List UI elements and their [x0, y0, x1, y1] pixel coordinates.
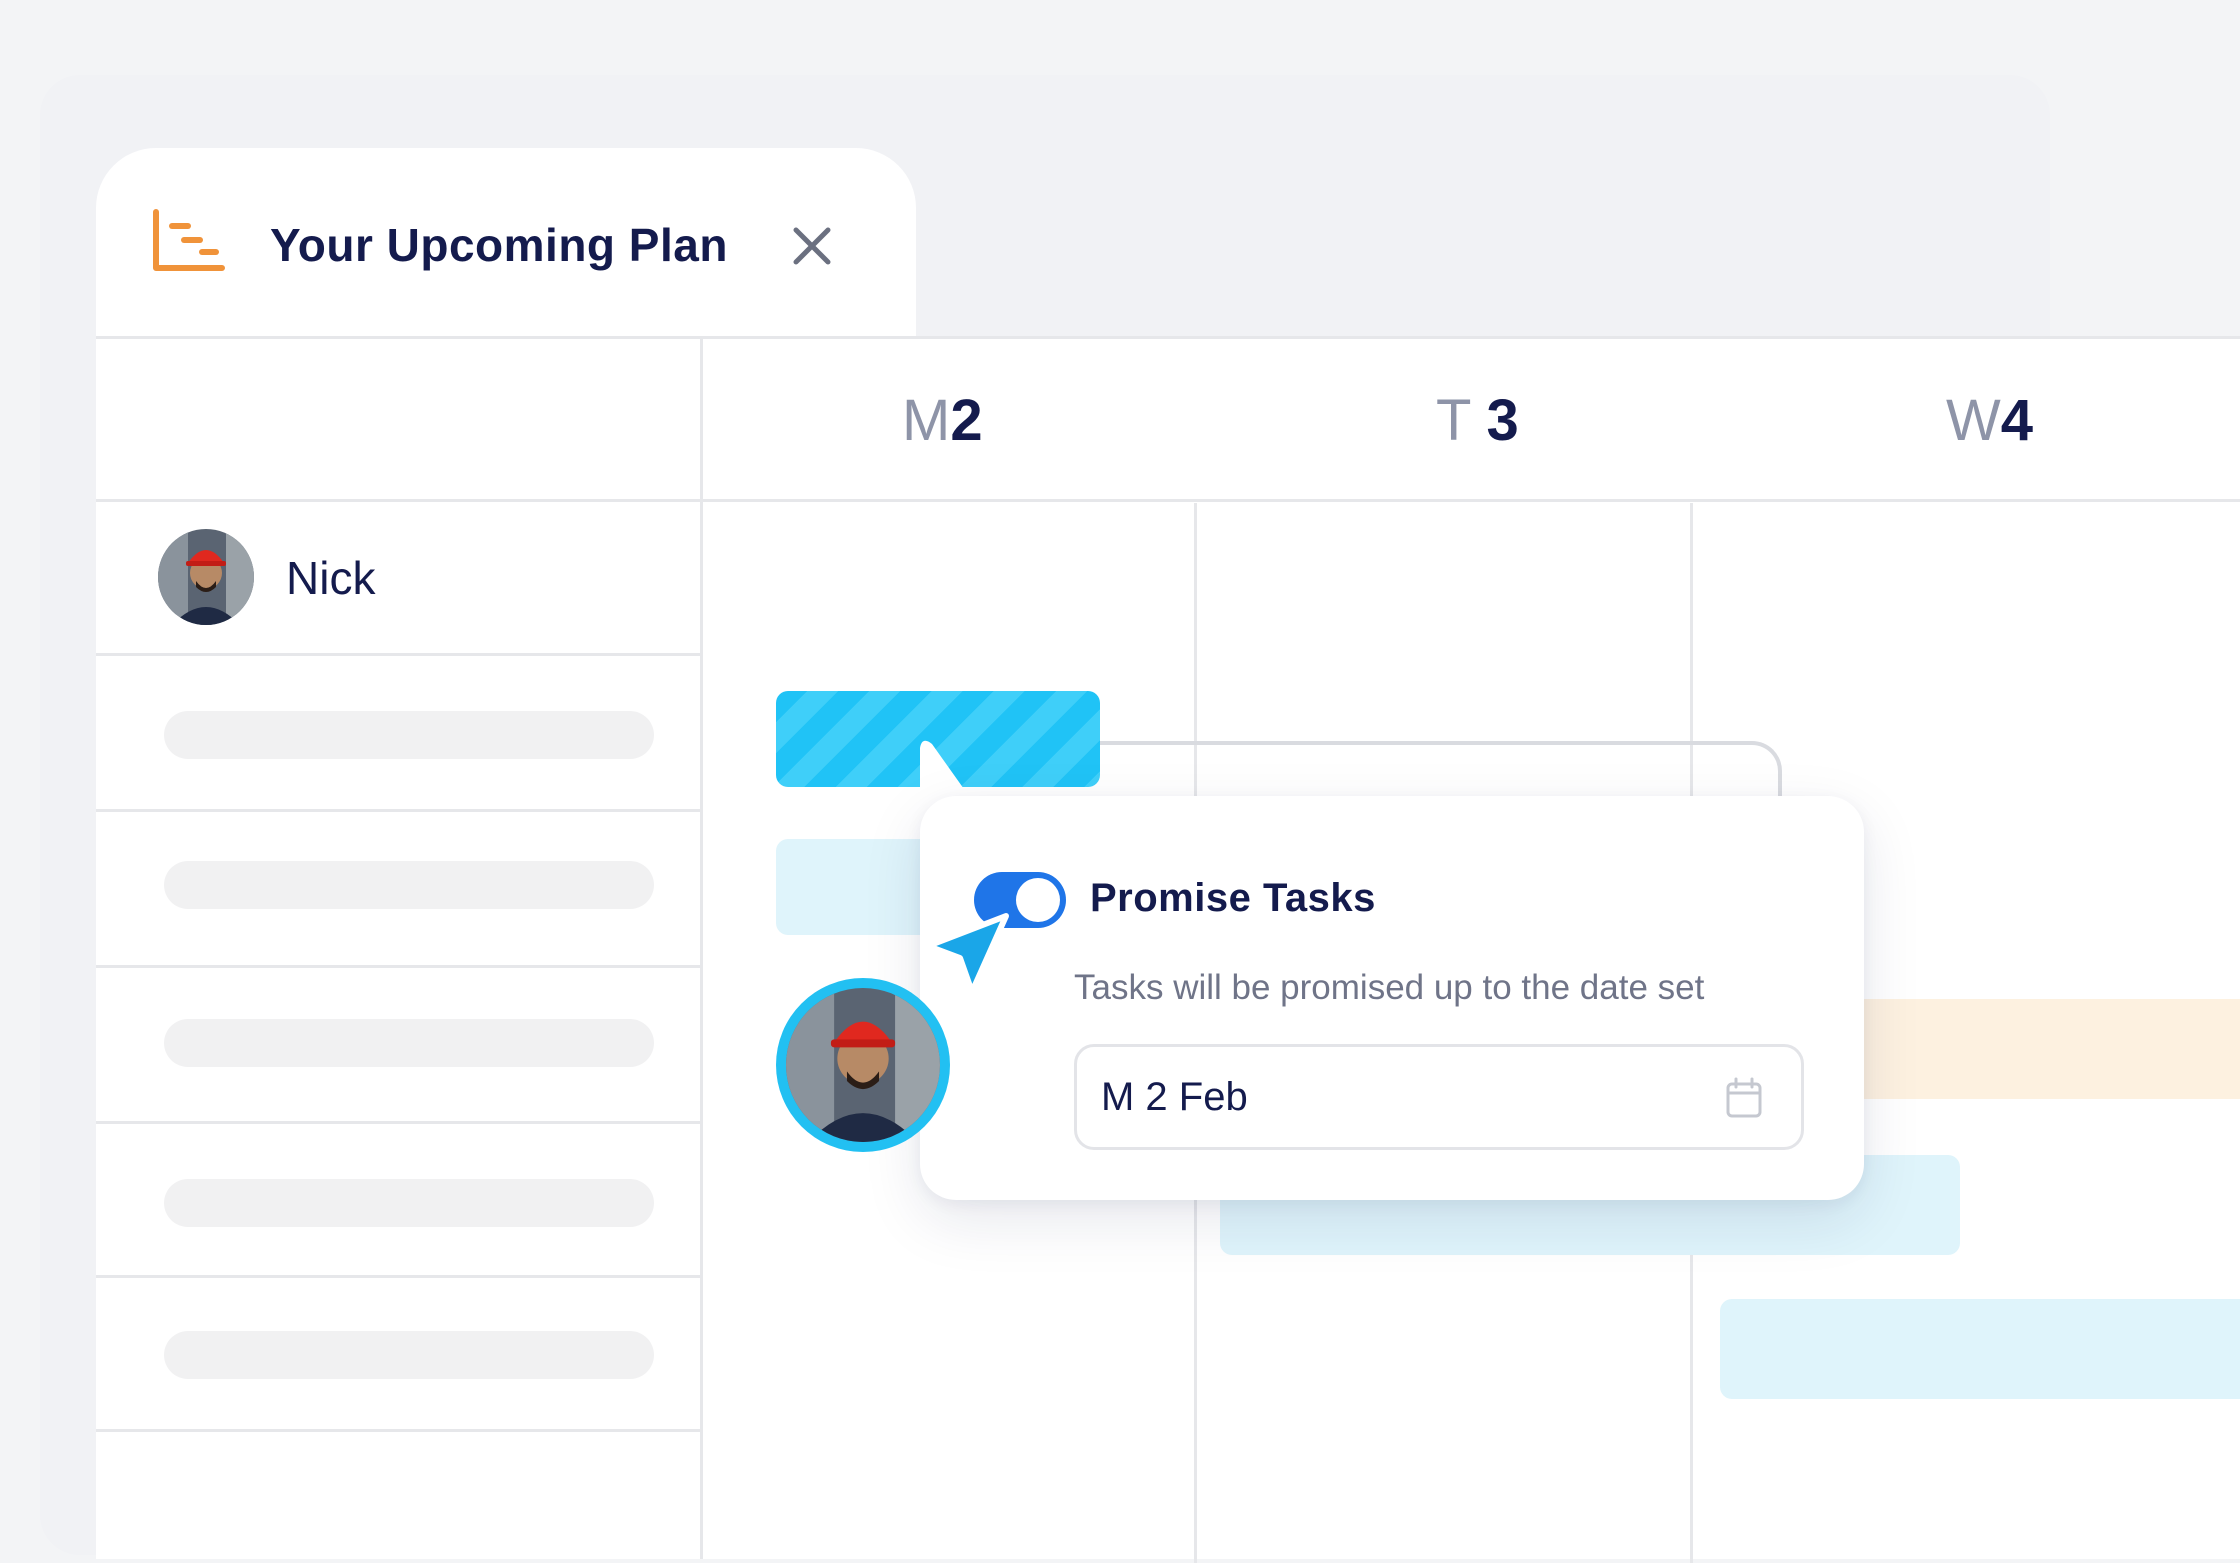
row-divider [96, 499, 700, 502]
close-icon[interactable] [786, 220, 838, 272]
gantt-plan-icon [153, 209, 225, 271]
worker-avatar-image [786, 988, 940, 1142]
day-header-wednesday: W4 [1946, 387, 2033, 454]
skeleton-row [164, 1019, 654, 1067]
day-header-tuesday: T 3 [1436, 387, 1519, 454]
row-divider [96, 809, 700, 812]
day-number: 2 [950, 388, 983, 453]
header-divider [700, 499, 2240, 502]
day-number: 3 [1486, 388, 1519, 453]
avatar[interactable] [158, 529, 254, 625]
calendar-icon[interactable] [1725, 1077, 1763, 1119]
skeleton-row [164, 711, 654, 759]
worker-avatar-image [158, 529, 254, 625]
row-divider [96, 1275, 700, 1278]
skeleton-row [164, 1179, 654, 1227]
plan-tab[interactable]: Your Upcoming Plan [96, 148, 916, 338]
date-field[interactable]: M 2 Feb [1074, 1044, 1804, 1150]
resource-name: Nick [286, 552, 376, 604]
day-letter: M [902, 388, 951, 453]
row-divider [96, 1429, 700, 1432]
cursor-arrow-icon [925, 913, 1009, 995]
popover-description: Tasks will be promised up to the date se… [1074, 968, 1705, 1007]
resource-column: Nick [96, 339, 703, 1559]
tab-title: Your Upcoming Plan [270, 219, 728, 271]
day-letter: W [1946, 388, 2001, 453]
row-divider [96, 653, 700, 656]
skeleton-row [164, 1331, 654, 1379]
skeleton-row [164, 861, 654, 909]
promise-tasks-popover: Promise Tasks Tasks will be promised up … [920, 796, 1864, 1200]
row-divider [96, 965, 700, 968]
task-bar[interactable] [1720, 1299, 2240, 1399]
row-divider [96, 1121, 700, 1124]
toggle-label: Promise Tasks [1090, 876, 1376, 920]
day-header-monday: M2 [902, 387, 983, 454]
toggle-knob [1016, 878, 1060, 922]
day-letter: T [1436, 388, 1471, 453]
day-number: 4 [2000, 388, 2034, 453]
avatar-large[interactable] [776, 978, 950, 1152]
date-value: M 2 Feb [1101, 1075, 1248, 1119]
